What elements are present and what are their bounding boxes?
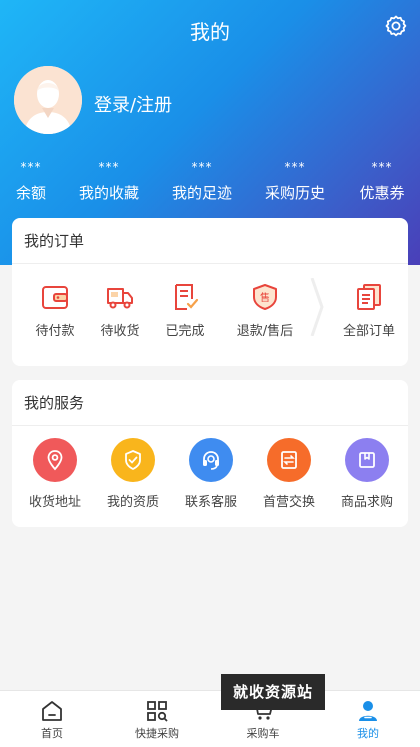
service-item-label: 我的资质	[106, 495, 159, 510]
tab-label: 我的	[357, 727, 379, 740]
stat-label: 我的收藏	[78, 184, 139, 202]
order-item-label: 待付款	[35, 324, 75, 339]
avatar[interactable]	[14, 66, 82, 134]
stat-value: ***	[20, 160, 42, 174]
headset-icon	[189, 438, 233, 482]
stat-favorites[interactable]: *** 我的收藏	[76, 160, 142, 203]
after-sale-shield-icon: 售	[253, 284, 277, 310]
login-register-link[interactable]: 登录/注册	[94, 91, 172, 117]
tab-mine[interactable]: 我的	[326, 691, 410, 747]
order-after-sale[interactable]: 售 退款/售后	[230, 282, 300, 339]
completed-doc-icon	[175, 284, 199, 310]
services-card: 我的服务 收货地址 我的资质 联系客服 首营交换 商品求购	[12, 380, 408, 527]
bottom-tab-bar: 首页 快捷采购 采购车 我的	[0, 690, 420, 747]
order-item-label: 待收货	[100, 324, 140, 339]
orders-row: 待付款 待收货 已完成 售 退款/售后 全部订单	[12, 264, 408, 366]
tab-label: 快捷采购	[135, 727, 179, 740]
tab-home[interactable]: 首页	[10, 691, 94, 747]
services-row: 收货地址 我的资质 联系客服 首营交换 商品求购	[12, 426, 408, 526]
box-icon	[345, 438, 389, 482]
watermark-badge: 就收资源站	[221, 674, 325, 710]
home-icon	[42, 701, 62, 721]
svg-text:售: 售	[260, 291, 270, 304]
order-pending-payment[interactable]: 待付款	[20, 282, 90, 339]
divider-arrow	[310, 278, 324, 336]
service-item-label: 收货地址	[28, 495, 81, 510]
orders-title: 我的订单	[12, 218, 408, 264]
order-item-label: 全部订单	[342, 324, 395, 339]
service-item-label: 联系客服	[184, 495, 237, 510]
service-item-label: 商品求购	[340, 495, 393, 510]
grid-search-icon	[147, 701, 168, 722]
user-icon	[359, 701, 377, 721]
stat-footprint[interactable]: *** 我的足迹	[169, 160, 235, 203]
order-pending-receipt[interactable]: 待收货	[85, 282, 155, 339]
orders-card: 我的订单 待付款 待收货 已完成 售 退款/售后 全部订单	[12, 218, 408, 366]
stat-label: 我的足迹	[171, 184, 232, 202]
stat-balance[interactable]: *** 余额	[12, 160, 50, 203]
stat-value: ***	[191, 160, 213, 174]
stat-coupons[interactable]: *** 优惠券	[356, 160, 408, 203]
tab-label: 首页	[41, 727, 63, 740]
service-qualifications[interactable]: 我的资质	[93, 438, 173, 510]
order-all[interactable]: 全部订单	[330, 282, 408, 339]
order-item-label: 已完成	[165, 324, 205, 339]
service-first-exchange[interactable]: 首营交换	[249, 438, 329, 510]
tab-quick-purchase[interactable]: 快捷采购	[115, 691, 199, 747]
service-customer-support[interactable]: 联系客服	[171, 438, 251, 510]
stat-value: ***	[284, 160, 306, 174]
gear-icon[interactable]	[384, 14, 408, 38]
tab-label: 采购车	[246, 727, 280, 740]
page-title: 我的	[190, 20, 230, 44]
location-pin-icon	[33, 438, 77, 482]
stat-label: 余额	[15, 184, 46, 202]
stat-value: ***	[98, 160, 120, 174]
stat-label: 优惠券	[359, 184, 405, 202]
stat-value: ***	[371, 160, 393, 174]
stat-purchase-history[interactable]: *** 采购历史	[262, 160, 328, 203]
service-item-label: 首营交换	[262, 495, 315, 510]
wallet-icon	[42, 286, 68, 309]
order-list-icon	[357, 284, 381, 310]
shield-check-icon	[111, 438, 155, 482]
service-product-request[interactable]: 商品求购	[327, 438, 407, 510]
order-completed[interactable]: 已完成	[150, 282, 220, 339]
services-title: 我的服务	[12, 380, 408, 426]
service-shipping-address[interactable]: 收货地址	[15, 438, 95, 510]
stats-bar: *** 余额 *** 我的收藏 *** 我的足迹 *** 采购历史 *** 优惠…	[0, 160, 420, 210]
truck-icon	[107, 288, 133, 309]
exchange-doc-icon	[267, 438, 311, 482]
order-item-label: 退款/售后	[236, 324, 294, 339]
stat-label: 采购历史	[264, 184, 325, 202]
